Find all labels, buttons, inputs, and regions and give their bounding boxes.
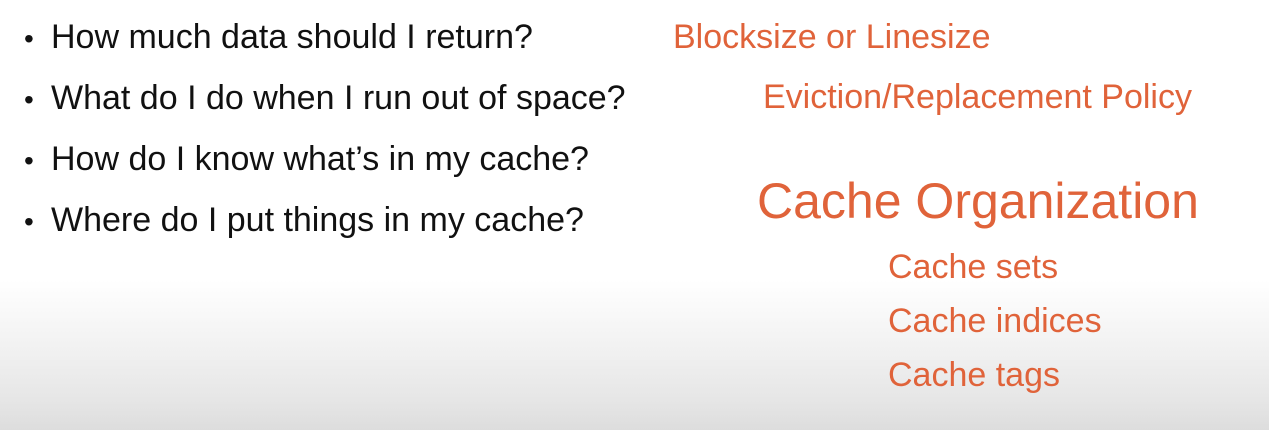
cache-organization-item-tags: Cache tags [888,356,1060,394]
bullet-dot: • [24,84,34,115]
question-bullet-list: • How much data should I return? • What … [24,18,626,262]
annotation-cache-organization: Cache Organization [757,173,1199,229]
bullet-text: What do I do when I run out of space? [51,79,626,117]
bullet-text: How much data should I return? [51,18,533,56]
slide: • How much data should I return? • What … [0,0,1269,430]
annotation-eviction-policy: Eviction/Replacement Policy [763,78,1192,116]
cache-organization-item-indices: Cache indices [888,302,1102,340]
cache-organization-list: Cache sets Cache indices Cache tags [888,248,1102,410]
bullet-item-out-of-space: • What do I do when I run out of space? [24,79,626,140]
bullet-text: How do I know what’s in my cache? [51,140,589,178]
bullet-item-whats-in-cache: • How do I know what’s in my cache? [24,140,626,201]
bullet-dot: • [24,23,34,54]
bullet-dot: • [24,206,34,237]
bullet-dot: • [24,145,34,176]
annotation-blocksize: Blocksize or Linesize [673,18,991,56]
bullet-item-where-to-put: • Where do I put things in my cache? [24,201,626,262]
bullet-item-data-return: • How much data should I return? [24,18,626,79]
cache-organization-item-sets: Cache sets [888,248,1059,286]
bullet-text: Where do I put things in my cache? [51,201,584,239]
